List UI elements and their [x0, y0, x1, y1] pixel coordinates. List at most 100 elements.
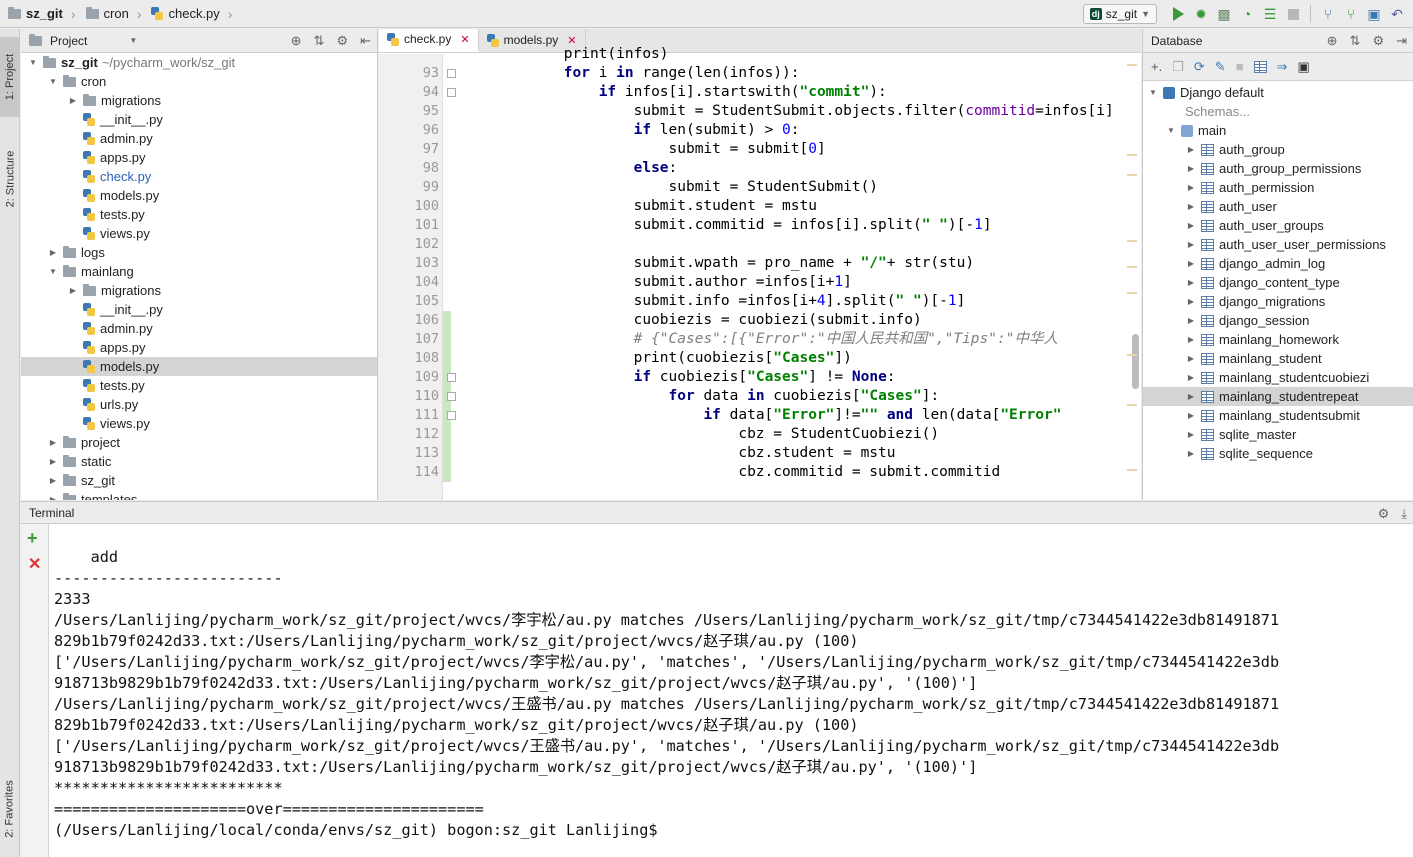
- collapse-icon[interactable]: ⇅: [314, 33, 325, 49]
- expanded-arrow-icon[interactable]: ▼: [27, 58, 39, 67]
- collapsed-arrow-icon[interactable]: ▶: [1185, 221, 1197, 230]
- tree-file[interactable]: tests.py: [21, 205, 377, 224]
- tree-folder[interactable]: ▼ cron: [21, 72, 377, 91]
- expanded-arrow-icon[interactable]: ▼: [47, 77, 59, 86]
- hide-icon[interactable]: ⤓: [1401, 506, 1407, 522]
- stop-icon[interactable]: ■: [1236, 59, 1244, 74]
- gear-icon[interactable]: ⚙: [1372, 33, 1384, 49]
- db-table-item[interactable]: ▶ auth_permission: [1143, 178, 1413, 197]
- tab-structure[interactable]: 2: Structure: [0, 124, 20, 234]
- locate-icon[interactable]: ⊕: [1327, 33, 1338, 49]
- tab-favorites[interactable]: 2: Favorites: [0, 764, 20, 854]
- expanded-arrow-icon[interactable]: ▼: [1165, 126, 1177, 135]
- fold-icon[interactable]: [447, 88, 456, 97]
- vcs-revert-button[interactable]: ↶: [1389, 6, 1405, 22]
- schemas-link[interactable]: Schemas...: [1143, 102, 1413, 121]
- fold-icon[interactable]: [447, 373, 456, 382]
- collapsed-arrow-icon[interactable]: ▶: [1185, 354, 1197, 363]
- editor-scrollbar[interactable]: [1132, 334, 1139, 389]
- collapsed-arrow-icon[interactable]: ▶: [1185, 449, 1197, 458]
- tree-file[interactable]: admin.py: [21, 129, 377, 148]
- collapsed-arrow-icon[interactable]: ▶: [1185, 335, 1197, 344]
- console-icon[interactable]: ▣: [1297, 59, 1309, 75]
- tree-file[interactable]: __init__.py: [21, 110, 377, 129]
- collapsed-arrow-icon[interactable]: ▶: [47, 438, 59, 447]
- expanded-arrow-icon[interactable]: ▼: [47, 267, 59, 276]
- db-table-item[interactable]: ▶ mainlang_homework: [1143, 330, 1413, 349]
- collapsed-arrow-icon[interactable]: ▶: [47, 476, 59, 485]
- db-table-item[interactable]: ▶ auth_user_user_permissions: [1143, 235, 1413, 254]
- db-table-item[interactable]: ▶ django_migrations: [1143, 292, 1413, 311]
- collapsed-arrow-icon[interactable]: ▶: [1185, 202, 1197, 211]
- jump-to-source-icon[interactable]: ⇒: [1277, 59, 1288, 75]
- db-table-item[interactable]: ▶ mainlang_student: [1143, 349, 1413, 368]
- tree-folder[interactable]: ▼ sz_git ~/pycharm_work/sz_git: [21, 53, 377, 72]
- collapsed-arrow-icon[interactable]: ▶: [1185, 411, 1197, 420]
- tab-project[interactable]: 1: Project: [0, 37, 20, 117]
- collapsed-arrow-icon[interactable]: ▶: [1185, 183, 1197, 192]
- gear-icon[interactable]: ⚙: [1378, 506, 1390, 522]
- tree-folder[interactable]: ▶ project: [21, 433, 377, 452]
- tree-folder[interactable]: ▶ logs: [21, 243, 377, 262]
- fold-icon[interactable]: [447, 411, 456, 420]
- concurrency-button[interactable]: ☰: [1262, 6, 1278, 22]
- db-table-item[interactable]: ▶ auth_group: [1143, 140, 1413, 159]
- code-view[interactable]: print(infos) 93 for i in range(len(infos)…: [379, 46, 1141, 500]
- run-config-select[interactable]: dj sz_git ▼: [1082, 4, 1157, 24]
- project-panel-title[interactable]: Project: [50, 34, 87, 48]
- profile-button[interactable]: ◔: [1239, 6, 1255, 22]
- stop-button[interactable]: [1285, 6, 1301, 22]
- tree-file[interactable]: models.py: [21, 357, 377, 376]
- datasource-item[interactable]: ▼ Django default: [1143, 83, 1413, 102]
- breadcrumb-folder[interactable]: cron: [78, 0, 131, 28]
- breadcrumb-file[interactable]: check.py: [143, 0, 221, 28]
- terminal-output[interactable]: add ------------------------- 2333/Users/L…: [54, 547, 1409, 841]
- collapsed-arrow-icon[interactable]: ▶: [1185, 297, 1197, 306]
- tree-file[interactable]: apps.py: [21, 338, 377, 357]
- collapse-icon[interactable]: ⇅: [1350, 33, 1361, 49]
- tree-folder[interactable]: ▶ static: [21, 452, 377, 471]
- tree-file[interactable]: check.py: [21, 167, 377, 186]
- collapsed-arrow-icon[interactable]: ▶: [67, 286, 79, 295]
- db-table-item[interactable]: ▶ auth_group_permissions: [1143, 159, 1413, 178]
- breadcrumb-project[interactable]: sz_git: [0, 0, 65, 28]
- tree-file[interactable]: tests.py: [21, 376, 377, 395]
- tree-file[interactable]: admin.py: [21, 319, 377, 338]
- vcs-history-button[interactable]: ▣: [1366, 6, 1382, 22]
- fold-icon[interactable]: [447, 69, 456, 78]
- db-table-item[interactable]: ▶ django_admin_log: [1143, 254, 1413, 273]
- tree-file[interactable]: urls.py: [21, 395, 377, 414]
- collapsed-arrow-icon[interactable]: ▶: [1185, 392, 1197, 401]
- tree-file[interactable]: __init__.py: [21, 300, 377, 319]
- collapsed-arrow-icon[interactable]: ▶: [1185, 430, 1197, 439]
- tree-file[interactable]: views.py: [21, 224, 377, 243]
- hide-icon[interactable]: ⇥: [1396, 33, 1407, 49]
- tree-folder[interactable]: ▼ mainlang: [21, 262, 377, 281]
- collapsed-arrow-icon[interactable]: ▶: [47, 495, 59, 500]
- debug-button[interactable]: ✹: [1193, 6, 1209, 22]
- hide-icon[interactable]: ⇤: [360, 33, 371, 49]
- locate-icon[interactable]: ⊕: [291, 33, 302, 49]
- collapsed-arrow-icon[interactable]: ▶: [1185, 240, 1197, 249]
- db-table-item[interactable]: ▶ mainlang_studentrepeat: [1143, 387, 1413, 406]
- coverage-button[interactable]: ▩: [1216, 6, 1232, 22]
- chevron-down-icon[interactable]: ▼: [129, 36, 137, 45]
- db-table-item[interactable]: ▶ auth_user: [1143, 197, 1413, 216]
- vcs-update-button[interactable]: ⑂: [1320, 6, 1336, 22]
- copy-icon[interactable]: ❐: [1172, 59, 1184, 75]
- tree-folder[interactable]: ▶ templates: [21, 490, 377, 500]
- db-table-item[interactable]: ▶ django_session: [1143, 311, 1413, 330]
- collapsed-arrow-icon[interactable]: ▶: [1185, 164, 1197, 173]
- tree-folder[interactable]: ▶ migrations: [21, 281, 377, 300]
- run-button[interactable]: [1170, 6, 1186, 22]
- collapsed-arrow-icon[interactable]: ▶: [1185, 373, 1197, 382]
- collapsed-arrow-icon[interactable]: ▶: [1185, 259, 1197, 268]
- add-icon[interactable]: +.: [1151, 59, 1162, 74]
- tree-file[interactable]: models.py: [21, 186, 377, 205]
- schema-settings-icon[interactable]: ✎: [1215, 59, 1226, 75]
- refresh-icon[interactable]: ⟳: [1194, 59, 1205, 75]
- collapsed-arrow-icon[interactable]: ▶: [47, 457, 59, 466]
- close-icon[interactable]: ✕: [28, 554, 41, 574]
- schema-item[interactable]: ▼ main: [1143, 121, 1413, 140]
- gear-icon[interactable]: ⚙: [336, 33, 348, 49]
